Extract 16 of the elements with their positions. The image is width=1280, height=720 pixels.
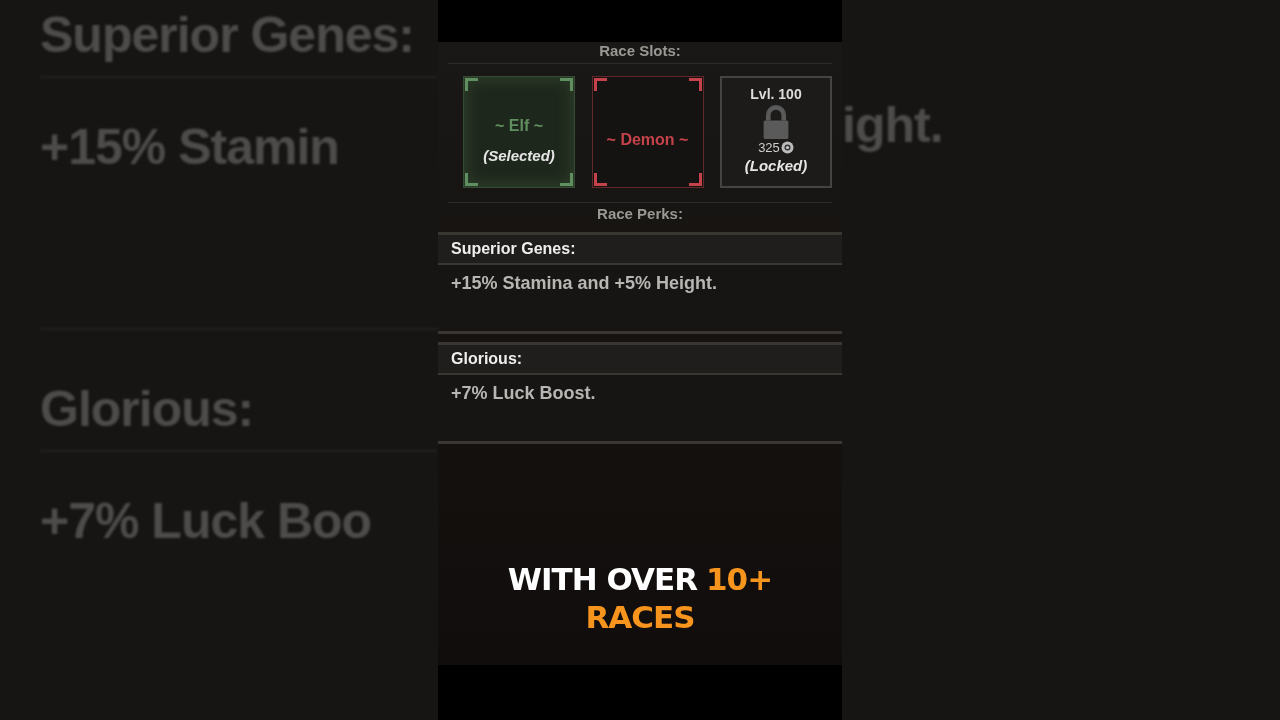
level-label: Lvl. 100 xyxy=(750,86,802,102)
locked-slot[interactable]: Lvl. 100 325 (Locked) xyxy=(720,76,832,188)
status-label: (Locked) xyxy=(744,157,808,174)
section-title: Race Perks: xyxy=(597,205,683,224)
perk-name: Glorious: xyxy=(451,350,523,367)
race-slot[interactable]: ~ Elf ~ (Selected) xyxy=(463,76,575,188)
cost-amount: 325 xyxy=(758,140,780,155)
caption-text: RACES xyxy=(585,599,695,635)
perk-description: +15% Stamina and +5% Height. xyxy=(451,273,718,293)
caption-text: 10+ xyxy=(706,561,773,597)
caption-text: WITH OVER xyxy=(507,561,697,597)
perk-description: +7% Luck Boost. xyxy=(451,383,596,403)
section-title: Race Slots: xyxy=(599,42,681,61)
coin-icon xyxy=(780,141,794,154)
race-slot[interactable]: ~ Demon ~ xyxy=(591,76,704,188)
perk-name: Superior Genes: xyxy=(451,240,576,257)
